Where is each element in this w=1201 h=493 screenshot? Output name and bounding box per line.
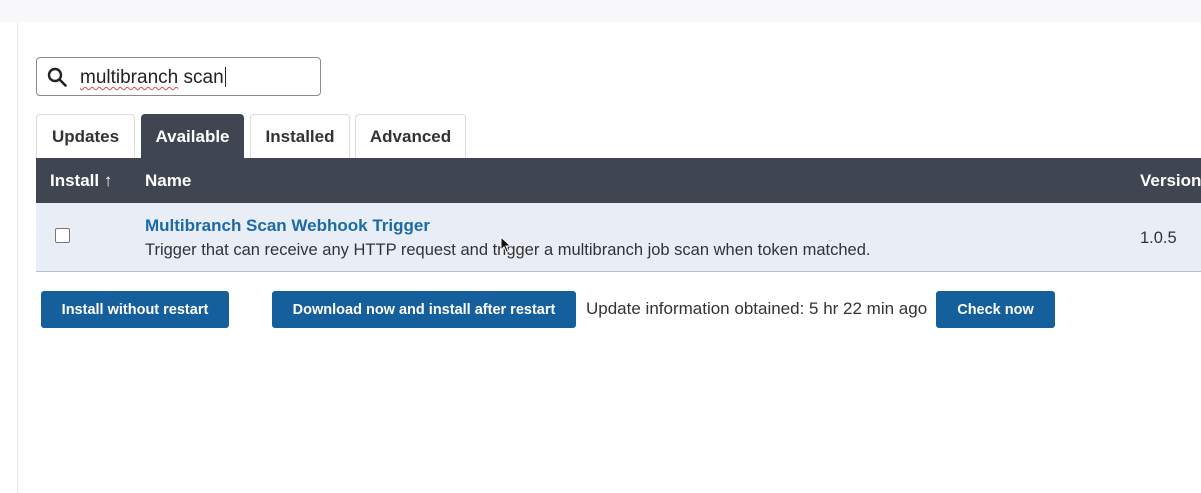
tab-installed[interactable]: Installed [250, 114, 350, 158]
text-caret [224, 67, 226, 87]
plugin-version: 1.0.5 [1140, 229, 1177, 247]
update-info-text: Update information obtained: 5 hr 22 min… [586, 299, 928, 318]
search-term-misspelled: multibranch [80, 67, 179, 88]
check-now-button[interactable]: Check now [936, 291, 1055, 328]
table-row: Multibranch Scan Webhook Trigger Trigger… [36, 203, 1201, 272]
search-term-rest: scan [178, 67, 224, 88]
column-header-version[interactable]: Version [1140, 171, 1201, 191]
search-input[interactable]: multibranch scan [36, 57, 321, 96]
tab-available[interactable]: Available [141, 114, 244, 158]
column-header-name[interactable]: Name [145, 171, 191, 191]
mouse-pointer-icon [500, 236, 512, 254]
table-header: Install ↑ Name Version [36, 158, 1201, 203]
install-without-restart-button[interactable]: Install without restart [41, 291, 229, 328]
top-strip [0, 0, 1201, 22]
tab-advanced[interactable]: Advanced [355, 114, 466, 158]
left-rail-divider [17, 22, 18, 493]
install-checkbox[interactable] [55, 228, 70, 243]
download-install-after-restart-button[interactable]: Download now and install after restart [272, 291, 576, 328]
plugin-name-link[interactable]: Multibranch Scan Webhook Trigger [145, 216, 430, 236]
search-input-value[interactable]: multibranch scan [80, 67, 226, 89]
column-header-install[interactable]: Install ↑ [50, 171, 112, 191]
tab-updates[interactable]: Updates [36, 114, 135, 158]
search-icon [47, 67, 67, 87]
